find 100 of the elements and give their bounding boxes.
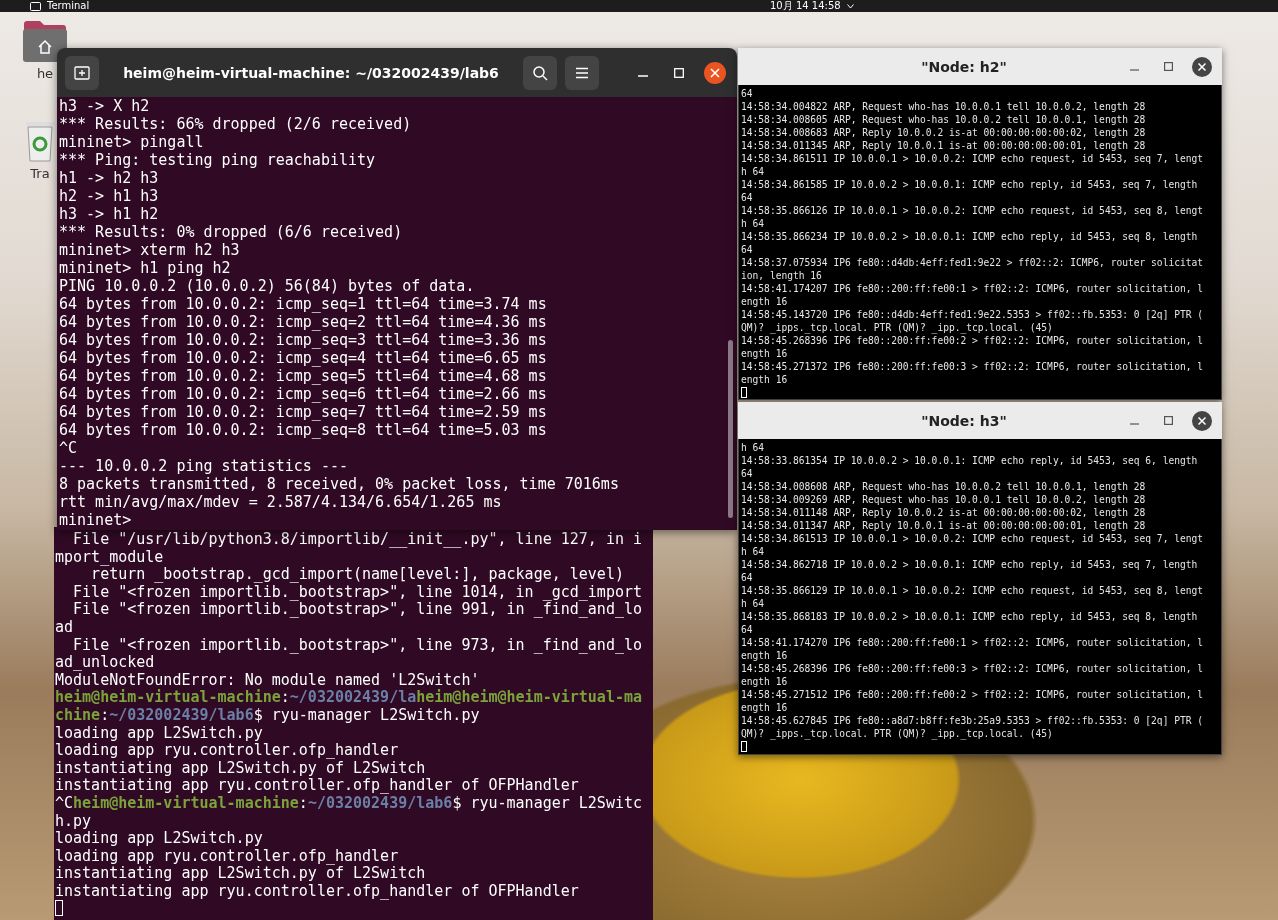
terminal-line: 14:58:45.271372 IP6 fe80::200:ff:fe00:3 > ff02::2: ICMP6, router solicitation, l bbox=[741, 360, 1205, 373]
terminal-line: --- 10.0.0.2 ping statistics --- bbox=[59, 457, 349, 475]
search-button[interactable] bbox=[523, 55, 557, 90]
terminal-line: 14:58:35.868183 IP 10.0.0.2 > 10.0.0.1: ICMP echo reply, id 5453, seq 8, length bbox=[741, 610, 1199, 623]
terminal-line: ength 16 bbox=[741, 295, 789, 308]
terminal-line: instantiating app L2Switch.py of L2Switch bbox=[55, 759, 427, 778]
terminal-line: 14:58:34.861513 IP 10.0.0.1 > 10.0.0.2: ICMP echo request, id 5453, seq 7, lengt bbox=[741, 532, 1205, 545]
terminal-line: 14:58:45.627845 IP6 fe80::a8d7:b8ff:fe3b:25a9.5353 > ff02::fb.5353: 0 [2q] PTR ( bbox=[741, 714, 1205, 727]
terminal-line: heim@heim-virtual-machine:~/032002439/laheim@heim@heim-virtual-ma bbox=[55, 689, 644, 707]
terminal-line: 14:58:34.009269 ARP, Request who-has 10.0.0.1 tell 10.0.0.2, length 28 bbox=[741, 493, 1147, 506]
terminal-line: ad_unlocked bbox=[55, 654, 156, 672]
terminal-line: *** Results: 66% dropped (2/6 received) bbox=[59, 115, 413, 133]
window-title: heim@heim-virtual-machine: ~/032002439/lab6 bbox=[122, 64, 500, 81]
terminal-line: h1 -> h2 h3 bbox=[59, 169, 160, 187]
terminal-line: 14:58:34.861585 IP 10.0.0.2 > 10.0.0.1: ICMP echo reply, id 5453, seq 7, length bbox=[741, 178, 1199, 191]
terminal-line: mininet> bbox=[59, 511, 133, 529]
terminal-line: 14:58:34.004822 ARP, Request who-has 10.0.0.1 tell 10.0.0.2, length 28 bbox=[741, 100, 1147, 113]
terminal-line: ^Cheim@heim-virtual-machine:~/032002439/lab6$ ryu-manager L2Switc bbox=[55, 794, 644, 813]
terminal-line: mport_module bbox=[55, 548, 164, 567]
terminal-line: instantiating app ryu.controller.ofp_handler of OFPHandler bbox=[55, 882, 580, 901]
terminal-icon bbox=[30, 1, 41, 11]
terminal-line: ModuleNotFoundError: No module named 'L2Switch' bbox=[55, 671, 481, 689]
terminal-line: ength 16 bbox=[741, 649, 789, 662]
trash-icon[interactable] bbox=[24, 120, 56, 162]
terminal-line: 64 bbox=[741, 467, 754, 480]
terminal-line: 14:58:34.862718 IP 10.0.0.2 > 10.0.0.1: ICMP echo reply, id 5453, seq 7, length bbox=[741, 558, 1199, 571]
terminal-line: loading app ryu.controller.ofp_handler bbox=[55, 847, 400, 866]
close-icon[interactable] bbox=[704, 61, 726, 84]
terminal-line: ength 16 bbox=[741, 373, 789, 386]
terminal-line: h3 -> X h2 bbox=[59, 97, 151, 115]
terminal-line: h 64 bbox=[741, 441, 766, 454]
terminal-line: 14:58:34.008608 ARP, Request who-has 10.0.0.2 tell 10.0.0.1, length 28 bbox=[741, 480, 1147, 493]
terminal-line: ength 16 bbox=[741, 701, 789, 714]
clock[interactable]: 10月 14 14:58 bbox=[770, 0, 841, 12]
terminal-line: 14:58:34.008605 ARP, Request who-has 10.0.0.2 tell 10.0.0.1, length 28 bbox=[741, 113, 1147, 126]
terminal-line: mininet> h1 ping h2 bbox=[59, 259, 232, 277]
app-menu[interactable]: Terminal bbox=[47, 0, 90, 12]
window-title: "Node: h3" bbox=[920, 412, 1008, 429]
terminal-line: mininet> pingall bbox=[59, 133, 205, 151]
terminal-line: 14:58:37.075934 IP6 fe80::d4db:4eff:fed1:9e22 > ff02::2: ICMP6, router solicitat bbox=[741, 256, 1205, 269]
terminal-line: File "<frozen importlib._bootstrap>", line 973, in _find_and_lo bbox=[72, 636, 643, 655]
terminal-line: h3 -> h1 h2 bbox=[59, 205, 160, 223]
terminal-line: 64 bytes from 10.0.0.2: icmp_seq=8 ttl=64 time=5.03 ms bbox=[59, 421, 548, 439]
terminal-line: 64 bbox=[741, 571, 754, 584]
search-icon bbox=[532, 64, 548, 81]
terminal-line: 14:58:34.861511 IP 10.0.0.1 > 10.0.0.2: ICMP echo request, id 5453, seq 7, lengt bbox=[741, 152, 1205, 165]
close-icon[interactable] bbox=[1192, 56, 1212, 77]
terminal-line: File "<frozen importlib._bootstrap>", line 1014, in _gcd_import bbox=[72, 583, 643, 602]
terminal-line: loading app L2Switch.py bbox=[55, 830, 264, 848]
terminal-line: loading app ryu.controller.ofp_handler bbox=[55, 742, 400, 760]
caret-icon[interactable] bbox=[846, 3, 854, 9]
terminal-line: 14:58:35.866234 IP 10.0.0.2 > 10.0.0.1: ICMP echo reply, id 5453, seq 8, length bbox=[741, 230, 1199, 243]
terminal-line: h2 -> h1 h3 bbox=[59, 187, 160, 205]
terminal-line: h.py bbox=[55, 812, 93, 831]
terminal-line: 64 bytes from 10.0.0.2: icmp_seq=5 ttl=64 time=4.68 ms bbox=[59, 367, 548, 385]
terminal-line: 14:58:41.174270 IP6 fe80::200:ff:fe00:1 > ff02::2: ICMP6, router solicitation, l bbox=[741, 636, 1205, 649]
terminal-line: 14:58:34.011148 ARP, Reply 10.0.0.2 is-at 00:00:00:00:00:02, length 28 bbox=[741, 506, 1147, 519]
window-title: "Node: h2" bbox=[920, 58, 1008, 75]
terminal-line: 14:58:35.866129 IP 10.0.0.1 > 10.0.0.2: ICMP echo request, id 5453, seq 8, lengt bbox=[741, 584, 1205, 597]
menu-button[interactable] bbox=[565, 55, 599, 90]
terminal-line: 64 bytes from 10.0.0.2: icmp_seq=2 ttl=64 time=4.36 ms bbox=[59, 313, 548, 331]
terminal-line: rtt min/avg/max/mdev = 2.587/4.134/6.654/1.265 ms bbox=[59, 493, 503, 511]
scrollbar[interactable] bbox=[728, 340, 733, 518]
terminal-line: 64 bbox=[741, 191, 754, 204]
cursor-icon bbox=[741, 387, 747, 398]
terminal-line: 14:58:45.271512 IP6 fe80::200:ff:fe00:2 > ff02::2: ICMP6, router solicitation, l bbox=[741, 688, 1205, 701]
terminal-line: ^C bbox=[59, 439, 79, 457]
terminal-line: 64 bytes from 10.0.0.2: icmp_seq=7 ttl=64 time=2.59 ms bbox=[59, 403, 548, 421]
terminal-line: QM)? _ipps._tcp.local. PTR (QM)? _ipp._tcp.local. (45) bbox=[741, 321, 1054, 334]
terminal-line: File "<frozen importlib._bootstrap>", line 991, in _find_and_lo bbox=[72, 601, 643, 619]
terminal-line: 14:58:34.011345 ARP, Reply 10.0.0.1 is-at 00:00:00:00:00:01, length 28 bbox=[741, 139, 1147, 152]
terminal-line: h 64 bbox=[741, 597, 766, 610]
cursor-icon bbox=[741, 741, 747, 752]
terminal-line: 8 packets transmitted, 8 received, 0% packet loss, time 7016ms bbox=[59, 475, 620, 493]
terminal-line: 64 bytes from 10.0.0.2: icmp_seq=1 ttl=64 time=3.74 ms bbox=[59, 295, 548, 313]
terminal-line: 64 bytes from 10.0.0.2: icmp_seq=3 ttl=64 time=3.36 ms bbox=[59, 331, 548, 349]
terminal-line: chine:~/032002439/lab6$ ryu-manager L2Switch.py bbox=[55, 706, 481, 725]
terminal-line: 14:58:33.861354 IP 10.0.0.2 > 10.0.0.1: ICMP echo reply, id 5453, seq 6, length bbox=[741, 454, 1199, 467]
new-tab-icon bbox=[74, 65, 90, 80]
terminal-line: 64 bbox=[741, 243, 754, 256]
terminal-line: 14:58:34.008683 ARP, Reply 10.0.0.2 is-at 00:00:00:00:00:02, length 28 bbox=[741, 126, 1147, 139]
terminal-line: PING 10.0.0.2 (10.0.0.2) 56(84) bytes of data. bbox=[59, 277, 476, 295]
terminal-line: loading app L2Switch.py bbox=[55, 724, 264, 743]
cursor-icon bbox=[55, 900, 63, 917]
terminal-line: 14:58:41.174207 IP6 fe80::200:ff:fe00:1 > ff02::2: ICMP6, router solicitation, l bbox=[741, 282, 1205, 295]
maximize-icon[interactable] bbox=[1163, 416, 1173, 425]
terminal-line: 14:58:45.143720 IP6 fe80::d4db:4eff:fed1:9e22.5353 > ff02::fb.5353: 0 [2q] PTR ( bbox=[741, 308, 1205, 321]
close-icon[interactable] bbox=[1192, 410, 1212, 431]
terminal-line: h 64 bbox=[741, 165, 766, 178]
terminal-line: instantiating app ryu.controller.ofp_handler of OFPHandler bbox=[55, 777, 580, 795]
terminal-line: QM)? _ipps._tcp.local. PTR (QM)? _ipp._tcp.local. (45) bbox=[741, 727, 1054, 740]
maximize-icon[interactable] bbox=[1163, 62, 1173, 71]
terminal-line: ad bbox=[55, 618, 75, 637]
terminal-line: 14:58:35.866126 IP 10.0.0.1 > 10.0.0.2: ICMP echo request, id 5453, seq 8, lengt bbox=[741, 204, 1205, 217]
terminal-line: *** Results: 0% dropped (6/6 received) bbox=[59, 223, 404, 241]
home-folder-icon[interactable] bbox=[22, 20, 68, 62]
new-tab-button[interactable] bbox=[65, 55, 99, 90]
terminal-line: 64 bytes from 10.0.0.2: icmp_seq=4 ttl=64 time=6.65 ms bbox=[59, 349, 548, 367]
menu-icon bbox=[575, 66, 589, 79]
terminal-line: mininet> xterm h2 h3 bbox=[59, 241, 241, 259]
